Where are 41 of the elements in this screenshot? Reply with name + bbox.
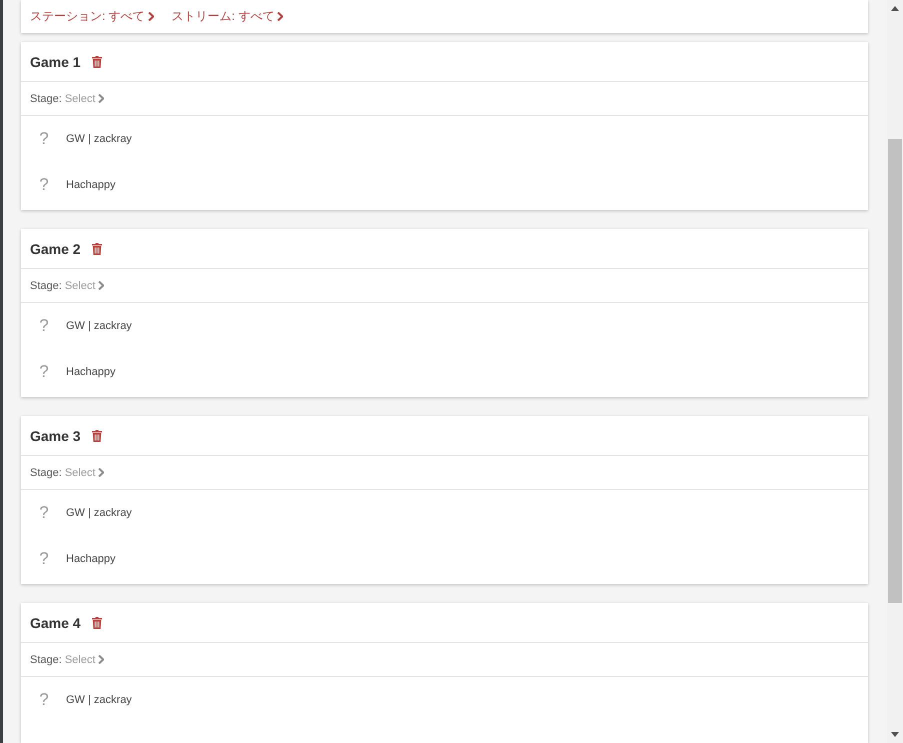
trash-icon[interactable] xyxy=(92,430,102,442)
unknown-character-mark: ? xyxy=(39,129,49,149)
stage-select-link[interactable]: Select xyxy=(64,280,96,292)
trash-icon[interactable] xyxy=(92,56,102,68)
stage-label: Stage: xyxy=(30,280,62,292)
unknown-character-mark: ? xyxy=(39,503,49,523)
player-name: GW | zackray xyxy=(66,320,132,332)
game-title: Game 2 xyxy=(30,240,81,256)
player-name: GW | zackray xyxy=(66,507,132,519)
chevron-icon xyxy=(148,12,154,21)
stage-select-link[interactable]: Select xyxy=(64,654,96,666)
game-title: Game 1 xyxy=(30,54,81,70)
chevron-icon xyxy=(98,468,104,477)
stage-label: Stage: xyxy=(30,92,62,104)
player-name: GW | zackray xyxy=(66,694,132,706)
game-title: Game 3 xyxy=(30,428,81,444)
unknown-character-mark: ? xyxy=(39,362,49,382)
scrollbar-thumb[interactable] xyxy=(888,139,902,603)
player-name: GW | zackray xyxy=(66,133,132,145)
stage-select-link[interactable]: Select xyxy=(64,466,96,478)
filter-link[interactable]: ステーション: すべて xyxy=(30,8,154,25)
trash-icon[interactable] xyxy=(92,242,102,254)
unknown-character-mark: ? xyxy=(39,690,49,710)
filter-link[interactable]: ストリーム: すべて xyxy=(172,8,284,25)
chevron-icon xyxy=(98,655,104,664)
unknown-character-mark: ? xyxy=(39,549,49,569)
player-name: Hachappy xyxy=(66,179,116,191)
scroll-up-arrow-icon[interactable] xyxy=(891,6,899,11)
chevron-icon xyxy=(98,94,104,103)
stage-label: Stage: xyxy=(30,466,62,478)
unknown-character-mark: ? xyxy=(39,175,49,195)
unknown-character-mark: ? xyxy=(39,316,49,336)
scroll-down-arrow-icon[interactable] xyxy=(891,732,899,737)
game-title: Game 4 xyxy=(30,614,81,630)
chevron-icon xyxy=(98,281,104,290)
player-name: Hachappy xyxy=(66,553,116,565)
trash-icon[interactable] xyxy=(92,616,102,628)
player-name: Hachappy xyxy=(66,366,116,378)
stage-label: Stage: xyxy=(30,654,62,666)
chevron-icon xyxy=(277,12,284,21)
stage-select-link[interactable]: Select xyxy=(64,92,96,104)
